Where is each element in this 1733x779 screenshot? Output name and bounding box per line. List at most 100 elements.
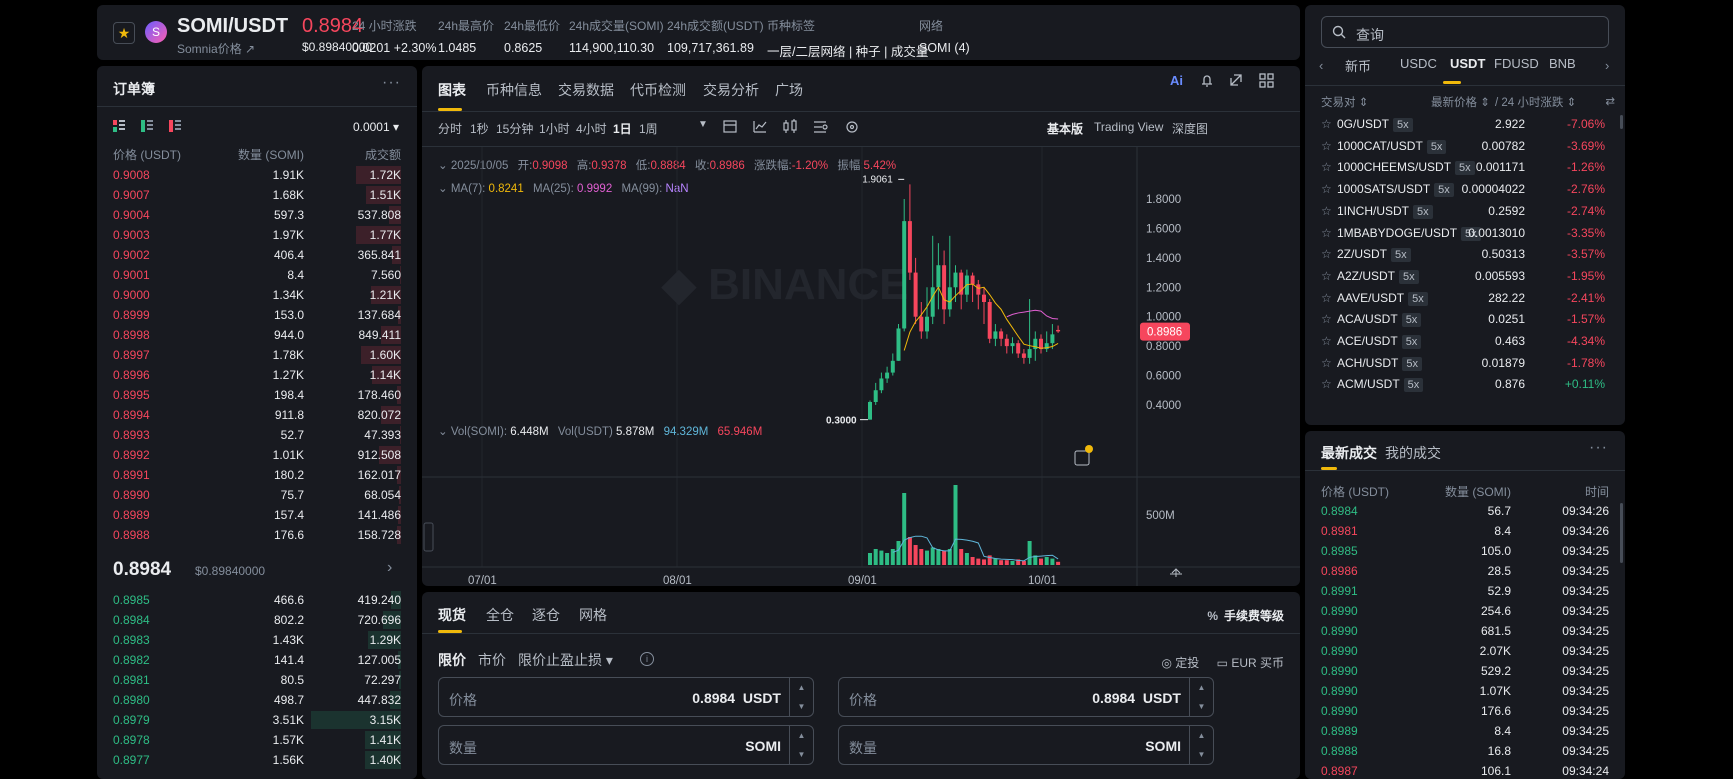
orderbook-row[interactable]: 0.8981 80.5 72.297	[97, 670, 417, 690]
chart-tab-5[interactable]: 广场	[775, 80, 803, 100]
market-row[interactable]: ☆ 1MBABYDOGE/USDT 5x 0.0013010 -3.35%	[1305, 221, 1625, 245]
orderbook-row[interactable]: 0.9003 1.97K 1.77K	[97, 225, 417, 245]
chart-tab-4[interactable]: 交易分析	[703, 80, 759, 100]
chart-view-2[interactable]: 深度图	[1172, 120, 1208, 137]
orderbook-row[interactable]: 0.8982 141.4 127.005	[97, 650, 417, 670]
orderbook-row[interactable]: 0.8980 498.7 447.832	[97, 690, 417, 710]
price-stepper[interactable]: ▲ ▼	[789, 678, 813, 716]
auto-invest-link[interactable]: 定投	[1175, 656, 1199, 670]
favorite-star-icon[interactable]: ★	[113, 22, 135, 44]
settings-lines-icon[interactable]	[814, 121, 828, 133]
chart-view-1[interactable]: Trading View	[1094, 120, 1163, 134]
chevron-right-icon[interactable]: ›	[387, 559, 392, 577]
col-last-price[interactable]: 最新价格 ⇕	[1431, 94, 1490, 110]
market-row[interactable]: ☆ 1INCH/USDT 5x 0.2592 -2.74%	[1305, 199, 1625, 223]
star-icon[interactable]: ☆	[1321, 334, 1332, 348]
star-icon[interactable]: ☆	[1321, 247, 1332, 261]
orderbook-row[interactable]: 0.8993 52.7 47.393	[97, 425, 417, 445]
chart-view-0[interactable]: 基本版	[1047, 120, 1083, 137]
candle-type-icon[interactable]	[783, 119, 797, 133]
candlestick-chart[interactable]: ◆ BINANCE 1.8000 1.6000 1.4000 1.2000 1.0000 0…	[422, 147, 1300, 586]
orderbook-row[interactable]: 0.8985 466.6 419.240	[97, 590, 417, 610]
bell-icon[interactable]	[1202, 75, 1212, 87]
orderbook-row[interactable]: 0.8977 1.56K 1.40K	[97, 750, 417, 770]
market-row[interactable]: ☆ A2Z/USDT 5x 0.005593 -1.95%	[1305, 264, 1625, 288]
trades-tab-0[interactable]: 最新成交	[1321, 443, 1377, 463]
market-row[interactable]: ☆ ACH/USDT 5x 0.01879 -1.78%	[1305, 351, 1625, 375]
quote-tab-3[interactable]: FDUSD	[1494, 56, 1539, 71]
orderbook-view-toggles[interactable]	[113, 120, 193, 134]
quote-tab-1[interactable]: USDC	[1400, 56, 1437, 71]
market-row[interactable]: ☆ 2Z/USDT 5x 0.50313 -3.57%	[1305, 242, 1625, 266]
order-type-2[interactable]: 限价止盈止损 ▾	[518, 650, 613, 670]
orderbook-row[interactable]: 0.8990 75.7 68.054	[97, 485, 417, 505]
market-row[interactable]: ☆ 1000CHEEMS/USDT 5x 0.001171 -1.26%	[1305, 155, 1625, 179]
star-icon[interactable]: ☆	[1321, 356, 1332, 370]
gear-icon[interactable]	[846, 121, 858, 133]
orderbook-row[interactable]: 0.8988 176.6 158.728	[97, 525, 417, 545]
orderbook-row[interactable]: 0.8996 1.27K 1.14K	[97, 365, 417, 385]
interval-2[interactable]: 15分钟	[496, 120, 533, 137]
interval-5[interactable]: 1日	[613, 120, 632, 137]
calendar-icon[interactable]	[723, 120, 737, 133]
stat-value[interactable]: 一层/二层网络 | 种子 | 成交量	[767, 41, 928, 60]
star-icon[interactable]: ☆	[1321, 139, 1332, 153]
market-row[interactable]: ☆ 0G/USDT 5x 2.922 -7.06%	[1305, 112, 1625, 136]
sidebar-toggle-icon[interactable]	[423, 522, 434, 552]
auto-scale-icon[interactable]	[1170, 568, 1182, 577]
scrollbar[interactable]	[1620, 503, 1623, 563]
orderbook-row[interactable]: 0.9000 1.34K 1.21K	[97, 285, 417, 305]
info-icon[interactable]: i	[640, 652, 654, 666]
sell-price-field[interactable]: 价格 0.8984 USDT ▲ ▼	[838, 677, 1214, 717]
quote-tab-4[interactable]: BNB	[1549, 56, 1576, 71]
price-stepper[interactable]: ▲ ▼	[1189, 678, 1213, 716]
orderbook-row[interactable]: 0.8978 1.57K 1.41K	[97, 730, 417, 750]
orderbook-row[interactable]: 0.8992 1.01K 912.508	[97, 445, 417, 465]
orderbook-row[interactable]: 0.9001 8.4 7.560	[97, 265, 417, 285]
market-row[interactable]: ☆ AAVE/USDT 5x 282.22 -2.41%	[1305, 286, 1625, 310]
symbol-subtitle-link[interactable]: Somnia价格 ↗	[177, 40, 255, 57]
qty-stepper[interactable]: ▲ ▼	[789, 726, 813, 764]
interval-dropdown-icon[interactable]: ▼	[698, 119, 708, 130]
layout-grid-icon[interactable]	[1259, 73, 1274, 88]
qty-stepper[interactable]: ▲ ▼	[1189, 726, 1213, 764]
order-tab-0[interactable]: 现货	[438, 605, 466, 625]
more-options-icon[interactable]: ···	[1589, 439, 1608, 457]
orderbook-row[interactable]: 0.8991 180.2 162.017	[97, 465, 417, 485]
fullscreen-icon[interactable]	[1230, 74, 1242, 86]
buy-qty-field[interactable]: 数量 SOMI ▲ ▼	[438, 725, 814, 765]
orderbook-row[interactable]: 0.9004 597.3 537.808	[97, 205, 417, 225]
tabs-next-icon[interactable]: ›	[1605, 58, 1609, 73]
more-options-icon[interactable]: ···	[382, 74, 401, 92]
col-24h-change[interactable]: / 24 小时涨跌 ⇕	[1495, 94, 1576, 110]
orderbook-row[interactable]: 0.8989 157.4 141.486	[97, 505, 417, 525]
market-row[interactable]: ☆ ACE/USDT 5x 0.463 -4.34%	[1305, 329, 1625, 353]
quote-tab-0[interactable]: 新币	[1345, 56, 1371, 75]
order-tab-3[interactable]: 网格	[579, 605, 607, 625]
star-icon[interactable]: ☆	[1321, 182, 1332, 196]
orderbook-row[interactable]: 0.8983 1.43K 1.29K	[97, 630, 417, 650]
search-input[interactable]: 查询	[1321, 16, 1609, 48]
ai-icon[interactable]: Ai	[1170, 73, 1183, 88]
buy-price-field[interactable]: 价格 0.8984 USDT ▲ ▼	[438, 677, 814, 717]
orderbook-row[interactable]: 0.9007 1.68K 1.51K	[97, 185, 417, 205]
indicator-icon[interactable]	[753, 121, 767, 133]
interval-4[interactable]: 4小时	[576, 120, 607, 137]
star-icon[interactable]: ☆	[1321, 291, 1332, 305]
sell-qty-field[interactable]: 数量 SOMI ▲ ▼	[838, 725, 1214, 765]
market-row[interactable]: ☆ 1000SATS/USDT 5x 0.00004022 -2.76%	[1305, 177, 1625, 201]
star-icon[interactable]: ☆	[1321, 226, 1332, 240]
interval-3[interactable]: 1小时	[539, 120, 570, 137]
star-icon[interactable]: ☆	[1321, 269, 1332, 283]
quote-tab-2[interactable]: USDT	[1450, 56, 1485, 71]
market-row[interactable]: ☆ ACA/USDT 5x 0.0251 -1.57%	[1305, 307, 1625, 331]
orderbook-row[interactable]: 0.8995 198.4 178.460	[97, 385, 417, 405]
scrollbar[interactable]	[1620, 115, 1623, 129]
orderbook-row[interactable]: 0.8979 3.51K 3.15K	[97, 710, 417, 730]
trades-tab-1[interactable]: 我的成交	[1385, 443, 1441, 463]
interval-6[interactable]: 1周	[639, 120, 658, 137]
orderbook-row[interactable]: 0.9002 406.4 365.841	[97, 245, 417, 265]
chart-tab-2[interactable]: 交易数据	[558, 80, 614, 100]
tabs-prev-icon[interactable]: ‹	[1319, 58, 1323, 73]
col-pair[interactable]: 交易对 ⇕	[1321, 94, 1368, 110]
